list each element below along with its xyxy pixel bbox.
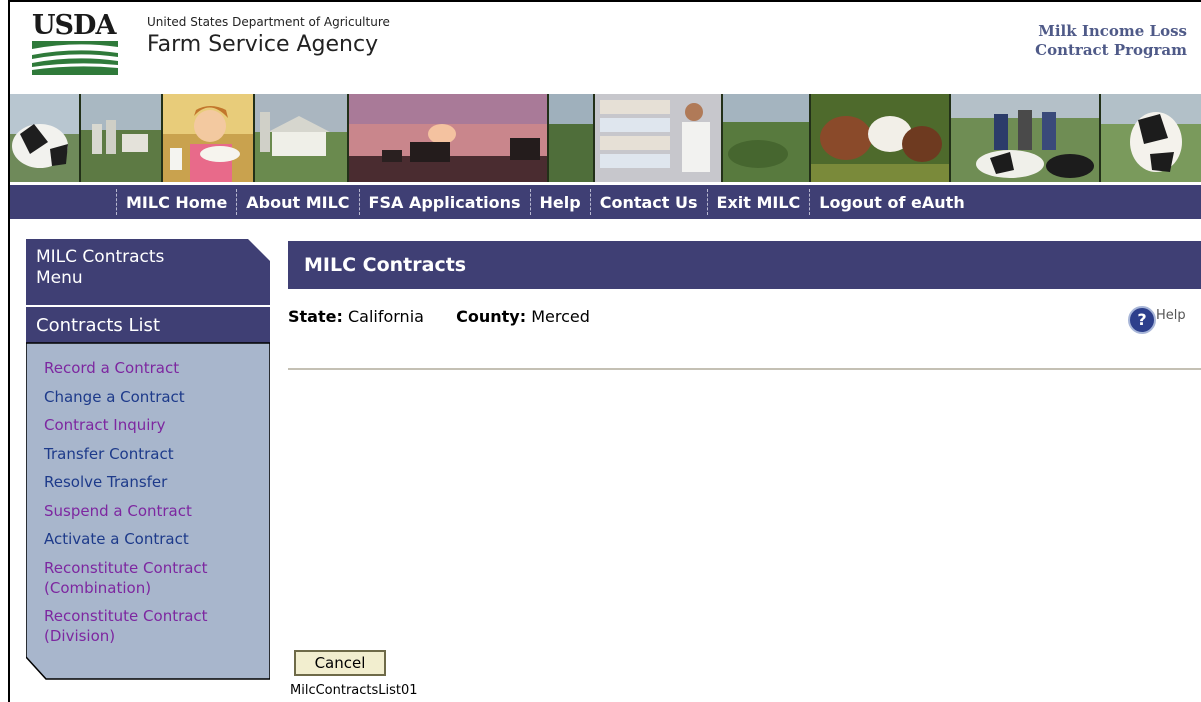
nav-contact-us[interactable]: Contact Us xyxy=(591,193,707,212)
sidebar-link-contract-inquiry[interactable]: Contract Inquiry xyxy=(44,415,165,435)
county-label: County: xyxy=(456,307,527,326)
state-label: State: xyxy=(288,307,343,326)
page-frame: USDA United States Department of Agricul… xyxy=(8,0,1201,702)
site-header: USDA United States Department of Agricul… xyxy=(10,2,1201,94)
sidebar-link-reconstitute-division[interactable]: Reconstitute Contract (Division) xyxy=(44,606,250,646)
program-name-line1: Milk Income Loss xyxy=(1038,22,1187,40)
sidebar-link-transfer-contract[interactable]: Transfer Contract xyxy=(44,444,174,464)
usda-logo-graphic xyxy=(32,41,118,75)
photo-banner xyxy=(10,94,1201,182)
department-name: United States Department of Agriculture xyxy=(147,15,390,29)
sidebar-list-heading: Contracts List xyxy=(36,315,160,336)
nav-milc-home[interactable]: MILC Home xyxy=(117,193,236,212)
agency-name: Farm Service Agency xyxy=(147,32,379,57)
sidebar-link-reconstitute-combination[interactable]: Reconstitute Contract (Combination) xyxy=(44,558,250,598)
sidebar-link-resolve-transfer[interactable]: Resolve Transfer xyxy=(44,472,167,492)
usda-logo: USDA xyxy=(32,12,132,76)
sidebar-menu: MILC Contracts Menu Contracts List Recor… xyxy=(26,239,270,681)
divider xyxy=(288,368,1201,370)
question-circle-icon[interactable]: ? xyxy=(1128,306,1156,334)
state-value: California xyxy=(347,307,424,326)
top-nav: MILC Home About MILC FSA Applications He… xyxy=(10,185,1201,219)
photo-collage-image xyxy=(10,94,1201,182)
nav-help[interactable]: Help xyxy=(531,193,590,212)
program-name-line2: Contract Program xyxy=(1035,41,1187,59)
program-name: Milk Income Loss Contract Program xyxy=(1035,22,1187,60)
sidebar-link-suspend-contract[interactable]: Suspend a Contract xyxy=(44,501,192,521)
help-label[interactable]: Help xyxy=(1156,308,1186,323)
screen-id: MilcContractsList01 xyxy=(290,683,418,698)
nav-logout-eauth[interactable]: Logout of eAuth xyxy=(810,193,973,212)
usda-logo-text: USDA xyxy=(32,10,116,41)
location-line: State: California County: Merced xyxy=(288,307,590,326)
sidebar-link-change-contract[interactable]: Change a Contract xyxy=(44,387,185,407)
sidebar-menu-title: MILC Contracts Menu xyxy=(36,247,165,288)
main-header-bar: MILC Contracts xyxy=(288,241,1201,289)
county-value: Merced xyxy=(531,307,590,326)
nav-exit-milc[interactable]: Exit MILC xyxy=(708,193,810,212)
nav-about-milc[interactable]: About MILC xyxy=(237,193,358,212)
sidebar-link-activate-contract[interactable]: Activate a Contract xyxy=(44,529,189,549)
nav-fsa-applications[interactable]: FSA Applications xyxy=(360,193,530,212)
cancel-button[interactable]: Cancel xyxy=(294,650,386,676)
page-title: MILC Contracts xyxy=(304,254,467,276)
sidebar-link-record-contract[interactable]: Record a Contract xyxy=(44,358,179,378)
